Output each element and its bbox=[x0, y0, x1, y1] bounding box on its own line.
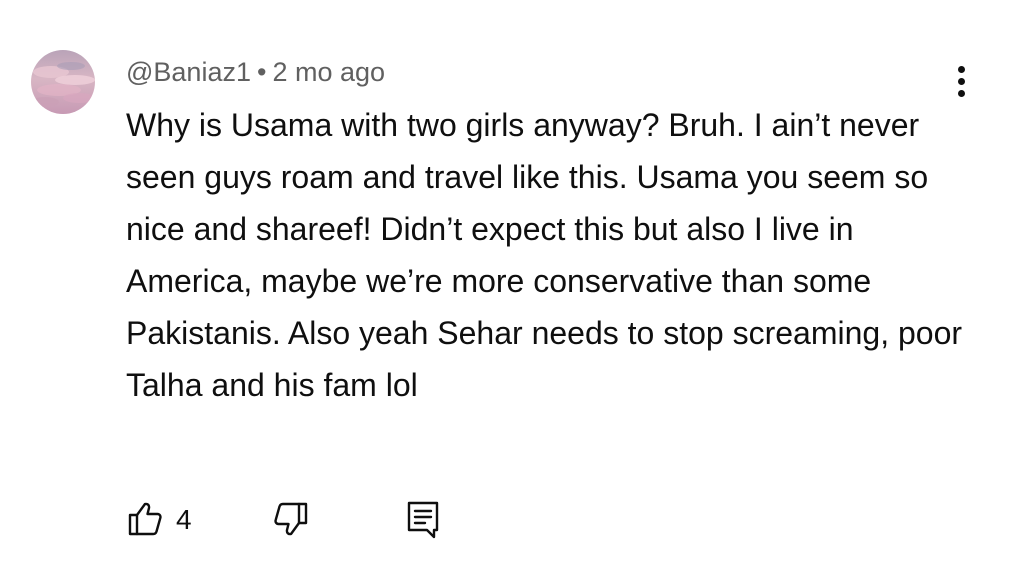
thumb-up-icon bbox=[128, 502, 162, 536]
like-count: 4 bbox=[176, 504, 192, 535]
comment-text: Why is Usama with two girls anyway? Bruh… bbox=[126, 107, 963, 403]
thumb-down-icon bbox=[274, 502, 308, 536]
dislike-button[interactable] bbox=[272, 497, 318, 543]
timestamp[interactable]: 2 mo ago bbox=[272, 57, 385, 87]
like-button[interactable]: 4 bbox=[126, 497, 206, 543]
avatar-image bbox=[31, 50, 95, 114]
comment-reply-icon bbox=[407, 501, 439, 539]
author-name[interactable]: @Baniaz1 bbox=[126, 57, 251, 87]
more-options-button[interactable] bbox=[944, 62, 980, 102]
avatar[interactable] bbox=[31, 50, 95, 114]
separator-dot: • bbox=[256, 57, 267, 87]
comment-header: @Baniaz1 • 2 mo ago bbox=[126, 54, 385, 90]
reply-button[interactable] bbox=[404, 497, 450, 543]
